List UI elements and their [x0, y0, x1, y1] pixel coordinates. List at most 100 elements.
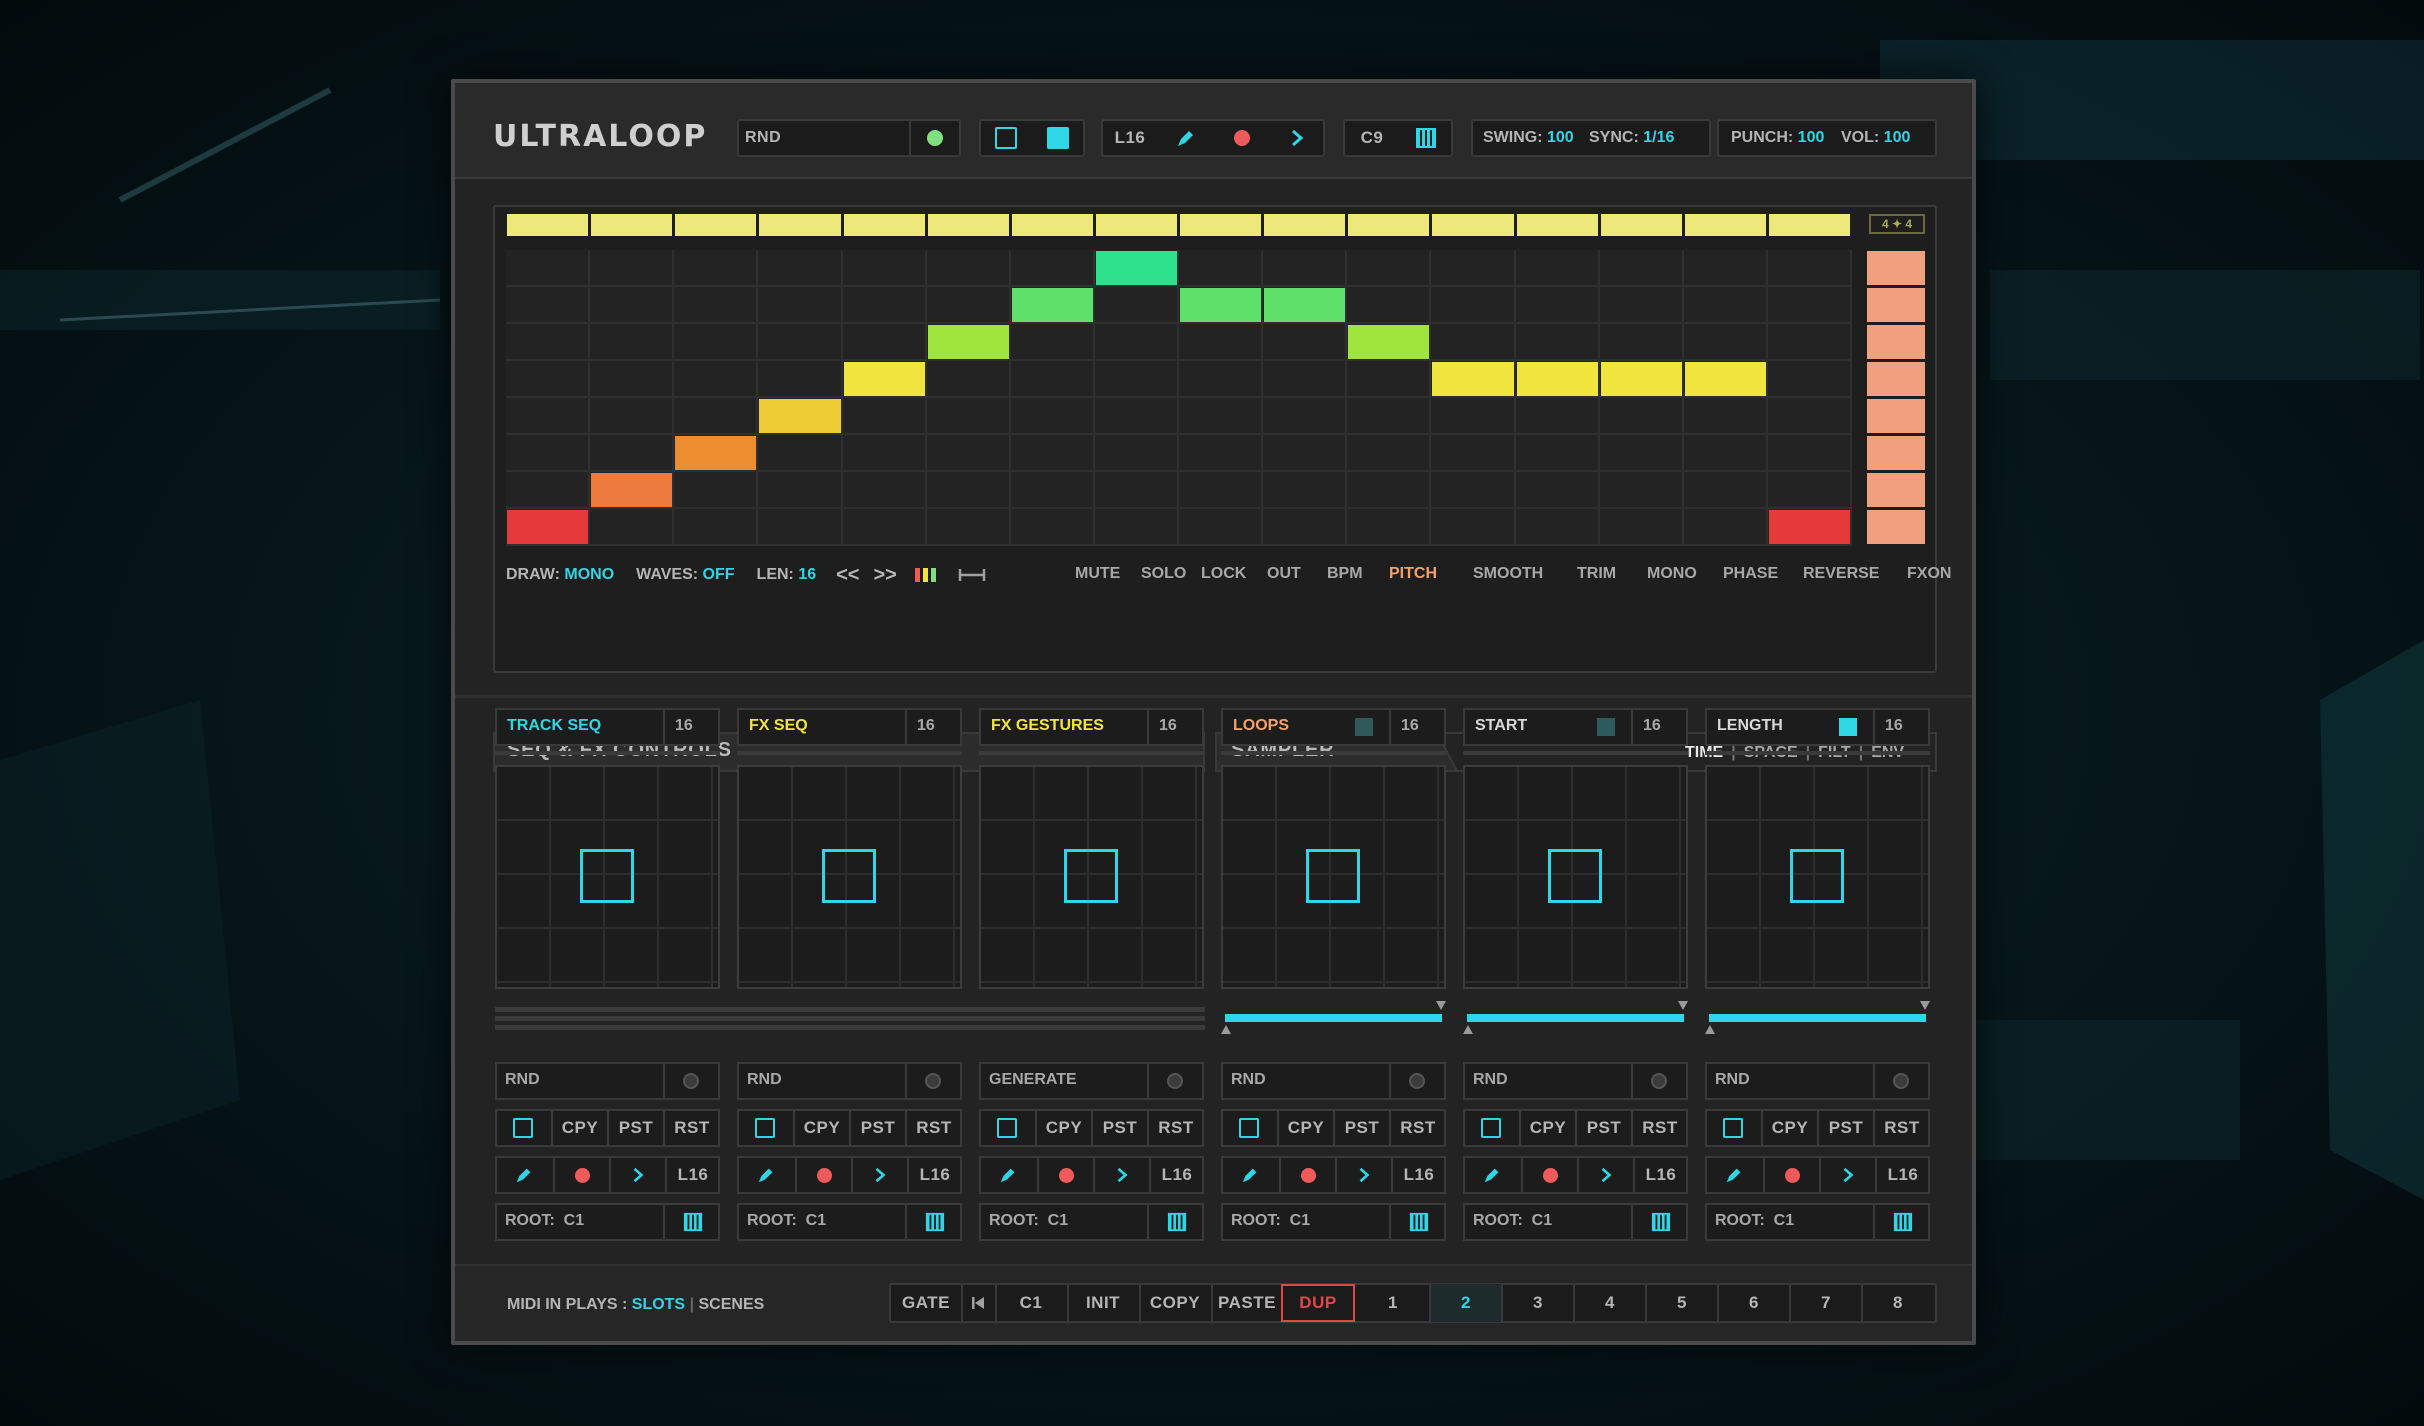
length-button[interactable]: L16: [1875, 1157, 1929, 1193]
keyboard-button[interactable]: [909, 1204, 961, 1240]
module-toggle[interactable]: [1355, 718, 1373, 736]
record-button[interactable]: [1037, 1157, 1093, 1193]
root-selector[interactable]: ROOT: C1: [1715, 1212, 1794, 1230]
next-button[interactable]: [1819, 1157, 1875, 1193]
copy-button[interactable]: COPY: [1139, 1284, 1209, 1322]
slot-5-button[interactable]: 5: [1645, 1284, 1717, 1322]
next-button[interactable]: [851, 1157, 907, 1193]
mode-knob-icon[interactable]: [683, 1073, 699, 1089]
mode-knob-icon[interactable]: [925, 1073, 941, 1089]
module-count[interactable]: 16: [675, 717, 693, 735]
keyboard-button[interactable]: [1635, 1204, 1687, 1240]
reset-button[interactable]: RST: [1631, 1110, 1687, 1146]
xy-handle[interactable]: [822, 849, 876, 903]
copy-step-button[interactable]: CPY: [1277, 1110, 1333, 1146]
module-count[interactable]: 16: [1885, 717, 1903, 735]
slider-end-marker-icon[interactable]: [1920, 1001, 1930, 1010]
mode-selector[interactable]: RND: [1231, 1071, 1266, 1089]
reset-button[interactable]: RST: [1147, 1110, 1203, 1146]
select-button[interactable]: [1465, 1110, 1517, 1146]
slot-7-button[interactable]: 7: [1789, 1284, 1861, 1322]
paste-button[interactable]: PASTE: [1211, 1284, 1281, 1322]
length-button[interactable]: L16: [1633, 1157, 1687, 1193]
record-button[interactable]: [1521, 1157, 1577, 1193]
root-selector[interactable]: ROOT: C1: [1473, 1212, 1552, 1230]
slot-6-button[interactable]: 6: [1717, 1284, 1789, 1322]
record-button[interactable]: [1279, 1157, 1335, 1193]
reset-button[interactable]: RST: [663, 1110, 719, 1146]
paste-step-button[interactable]: PST: [1575, 1110, 1631, 1146]
reset-button[interactable]: RST: [1873, 1110, 1929, 1146]
init-button[interactable]: INIT: [1067, 1284, 1137, 1322]
root-selector[interactable]: ROOT: C1: [747, 1212, 826, 1230]
xy-handle[interactable]: [1790, 849, 1844, 903]
copy-step-button[interactable]: CPY: [551, 1110, 607, 1146]
paste-step-button[interactable]: PST: [1817, 1110, 1873, 1146]
select-button[interactable]: [1707, 1110, 1759, 1146]
module-name[interactable]: FX GESTURES: [991, 717, 1104, 735]
range-slider[interactable]: [1225, 1014, 1442, 1022]
slider-start-marker-icon[interactable]: [1463, 1025, 1473, 1034]
mode-knob-icon[interactable]: [1409, 1073, 1425, 1089]
reset-button[interactable]: RST: [1389, 1110, 1445, 1146]
paste-step-button[interactable]: PST: [1091, 1110, 1147, 1146]
dup-button[interactable]: DUP: [1281, 1284, 1355, 1322]
module-count[interactable]: 16: [1401, 717, 1419, 735]
slot-1-button[interactable]: 1: [1357, 1284, 1429, 1322]
slot-4-button[interactable]: 4: [1573, 1284, 1645, 1322]
xy-handle[interactable]: [1306, 849, 1360, 903]
scenes-option[interactable]: SCENES: [699, 1296, 765, 1314]
paste-step-button[interactable]: PST: [1333, 1110, 1389, 1146]
length-button[interactable]: L16: [665, 1157, 719, 1193]
draw-button[interactable]: [1223, 1157, 1277, 1193]
keyboard-button[interactable]: [1151, 1204, 1203, 1240]
copy-step-button[interactable]: CPY: [1761, 1110, 1817, 1146]
draw-button[interactable]: [1465, 1157, 1519, 1193]
slider-start-marker-icon[interactable]: [1221, 1025, 1231, 1034]
length-button[interactable]: L16: [1391, 1157, 1445, 1193]
copy-step-button[interactable]: CPY: [793, 1110, 849, 1146]
select-button[interactable]: [981, 1110, 1033, 1146]
select-button[interactable]: [739, 1110, 791, 1146]
module-toggle[interactable]: [1839, 718, 1857, 736]
slot-2-button[interactable]: 2: [1429, 1284, 1501, 1322]
draw-button[interactable]: [1707, 1157, 1761, 1193]
slots-option[interactable]: SLOTS: [632, 1296, 685, 1314]
slot-8-button[interactable]: 8: [1861, 1284, 1933, 1322]
select-button[interactable]: [497, 1110, 549, 1146]
module-toggle[interactable]: [1597, 718, 1615, 736]
paste-step-button[interactable]: PST: [849, 1110, 905, 1146]
record-button[interactable]: [795, 1157, 851, 1193]
mode-selector[interactable]: RND: [505, 1071, 540, 1089]
root-selector[interactable]: ROOT: C1: [505, 1212, 584, 1230]
module-name[interactable]: START: [1475, 717, 1527, 735]
xy-handle[interactable]: [1064, 849, 1118, 903]
mode-selector[interactable]: RND: [1473, 1071, 1508, 1089]
keyboard-button[interactable]: [1877, 1204, 1929, 1240]
next-button[interactable]: [1577, 1157, 1633, 1193]
keyboard-button[interactable]: [1393, 1204, 1445, 1240]
keyboard-button[interactable]: [667, 1204, 719, 1240]
xy-pad[interactable]: [495, 765, 720, 989]
xy-pad[interactable]: [1221, 765, 1446, 989]
copy-step-button[interactable]: CPY: [1519, 1110, 1575, 1146]
paste-step-button[interactable]: PST: [607, 1110, 663, 1146]
xy-handle[interactable]: [1548, 849, 1602, 903]
root-selector[interactable]: ROOT: C1: [1231, 1212, 1310, 1230]
select-button[interactable]: [1223, 1110, 1275, 1146]
xy-pad[interactable]: [1463, 765, 1688, 989]
xy-pad[interactable]: [979, 765, 1204, 989]
module-count[interactable]: 16: [1643, 717, 1661, 735]
mode-selector[interactable]: RND: [1715, 1071, 1750, 1089]
next-button[interactable]: [609, 1157, 665, 1193]
root-selector[interactable]: ROOT: C1: [989, 1212, 1068, 1230]
xy-pad[interactable]: [1705, 765, 1930, 989]
draw-button[interactable]: [497, 1157, 551, 1193]
module-name[interactable]: FX SEQ: [749, 717, 808, 735]
mode-knob-icon[interactable]: [1167, 1073, 1183, 1089]
module-name[interactable]: TRACK SEQ: [507, 717, 601, 735]
slider-end-marker-icon[interactable]: [1678, 1001, 1688, 1010]
rewind-button[interactable]: [961, 1284, 993, 1322]
mode-knob-icon[interactable]: [1893, 1073, 1909, 1089]
mode-selector[interactable]: GENERATE: [989, 1071, 1077, 1089]
